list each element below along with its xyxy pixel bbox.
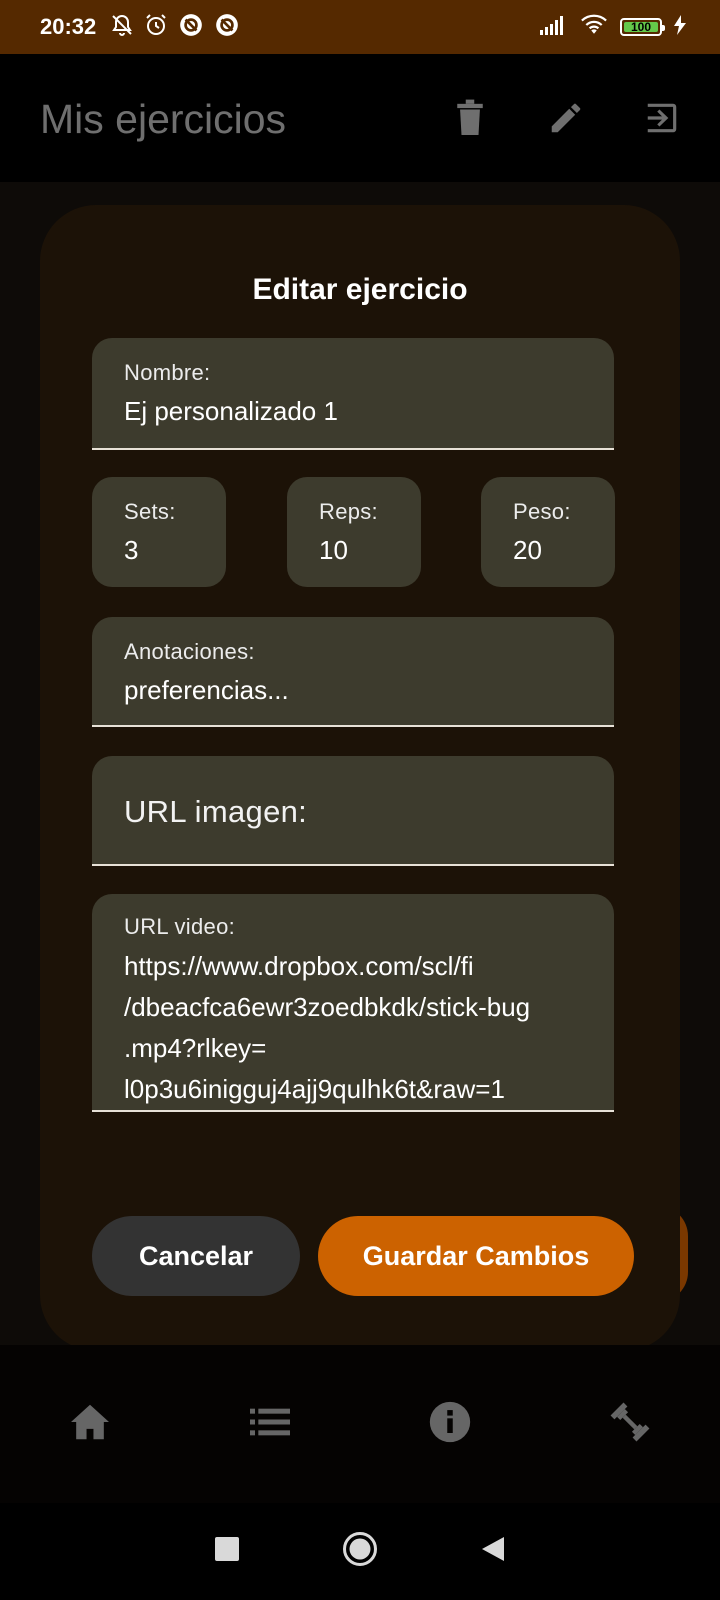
video-url-field[interactable]: URL video: https://www.dropbox.com/scl/f… [92, 894, 614, 1112]
home-circle-icon [342, 1532, 378, 1571]
cancel-button[interactable]: Cancelar [92, 1216, 300, 1296]
notes-field[interactable]: Anotaciones: preferencias... [92, 617, 614, 727]
bottom-navigation [0, 1345, 720, 1503]
logout-icon [643, 99, 681, 142]
list-icon [250, 1407, 290, 1442]
notes-value: preferencias... [124, 675, 289, 705]
image-url-field[interactable]: URL imagen: [92, 756, 614, 866]
name-field[interactable]: Nombre: Ej personalizado 1 [92, 338, 614, 450]
page-title: Mis ejercicios [40, 96, 287, 142]
sets-value: 3 [124, 535, 139, 565]
back-icon [480, 1537, 506, 1567]
app-bar: Mis ejercicios [0, 54, 720, 182]
weight-field[interactable]: Peso: 20 [481, 477, 615, 587]
home-icon [69, 1403, 111, 1446]
weight-label: Peso: [513, 499, 571, 524]
alarm-icon [144, 13, 168, 42]
back-button[interactable] [480, 1535, 506, 1568]
video-url-line: l0p3u6inigguj4ajj9qulhk6t&raw=1 [124, 1074, 505, 1104]
fitness-icon [608, 1400, 652, 1449]
charging-icon [674, 14, 686, 40]
nav-list[interactable] [240, 1394, 300, 1454]
app-notification-icon [178, 12, 204, 43]
wifi-icon [580, 14, 608, 41]
notes-label: Anotaciones: [124, 639, 255, 664]
info-icon [428, 1400, 472, 1449]
nav-fitness[interactable] [600, 1394, 660, 1454]
weight-value: 20 [513, 535, 542, 565]
edit-exercise-dialog: Editar ejercicio Nombre: Ej personalizad… [40, 205, 680, 1351]
delete-button[interactable] [448, 98, 492, 142]
image-url-label: URL imagen: [124, 794, 308, 829]
reps-label: Reps: [319, 499, 378, 524]
status-time: 20:32 [40, 14, 97, 39]
video-url-line: .mp4?rlkey= [124, 1033, 267, 1063]
system-navigation [0, 1503, 720, 1600]
sets-label: Sets: [124, 499, 176, 524]
name-label: Nombre: [124, 360, 211, 385]
video-url-label: URL video: [124, 914, 236, 939]
edit-button[interactable] [544, 98, 588, 142]
battery-indicator: 100 [620, 18, 665, 36]
video-url-line: /dbeacfca6ewr3zoedbkdk/stick-bug [124, 992, 531, 1022]
sets-field[interactable]: Sets: 3 [92, 477, 226, 587]
system-home-button[interactable] [342, 1531, 378, 1572]
nav-home[interactable] [60, 1394, 120, 1454]
name-value: Ej personalizado 1 [124, 396, 338, 426]
battery-level: 100 [630, 20, 652, 34]
recents-icon [214, 1537, 240, 1566]
save-changes-button[interactable]: Guardar Cambios [318, 1216, 634, 1296]
reps-field[interactable]: Reps: 10 [287, 477, 421, 587]
logout-button[interactable] [640, 98, 684, 142]
app-notification-icon [214, 12, 240, 43]
delete-icon [453, 98, 487, 143]
reps-value: 10 [319, 535, 348, 565]
video-url-line: https://www.dropbox.com/scl/fi [124, 951, 474, 981]
recents-button[interactable] [214, 1536, 240, 1567]
nav-info[interactable] [420, 1394, 480, 1454]
signal-icon [540, 15, 568, 40]
edit-icon [547, 99, 585, 142]
dialog-title: Editar ejercicio [252, 273, 468, 306]
notifications-off-icon [110, 13, 134, 42]
status-bar: 20:32 100 [0, 0, 720, 54]
